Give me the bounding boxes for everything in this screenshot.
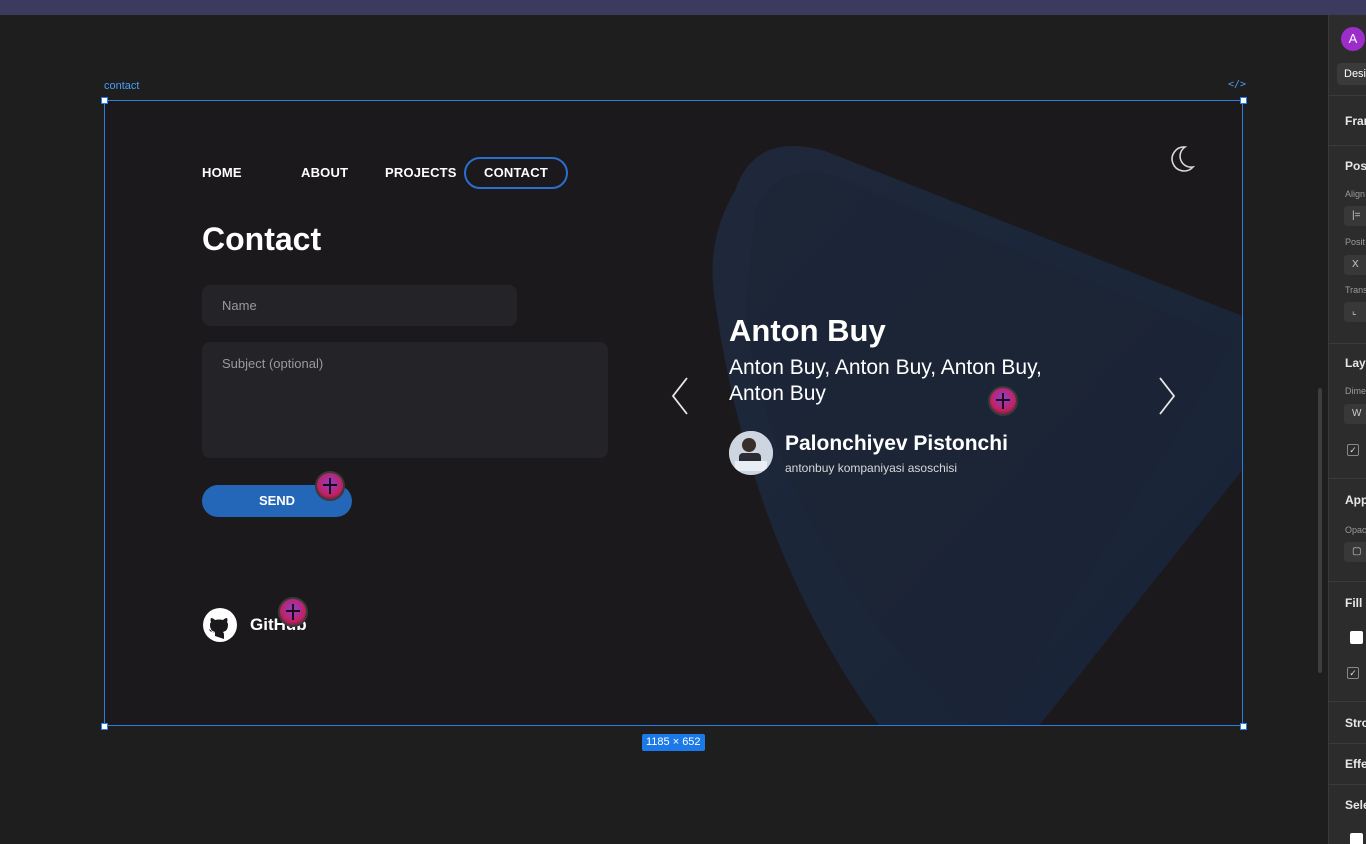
divider	[1329, 784, 1366, 785]
tab-design[interactable]: Desi	[1337, 63, 1366, 85]
stroke-heading: Stro	[1345, 716, 1366, 730]
github-icon	[203, 608, 237, 642]
position-heading: Posi	[1345, 159, 1366, 173]
appearance-heading: App	[1345, 493, 1366, 507]
divider	[1329, 743, 1366, 744]
resize-handle[interactable]	[1240, 97, 1247, 104]
contact-frame[interactable]: HOME ABOUT PROJECTS CONTACT Contact Name…	[104, 100, 1243, 726]
design-panel: A Desi Fran Posi Align |= Posit X Trans …	[1328, 15, 1366, 844]
collaborator-cursor	[278, 597, 308, 627]
divider	[1329, 343, 1366, 344]
prev-arrow-icon[interactable]	[670, 376, 690, 416]
main-nav: HOME ABOUT PROJECTS CONTACT	[187, 157, 568, 189]
avatar	[729, 431, 773, 475]
user-avatar[interactable]: A	[1341, 27, 1365, 51]
name-input[interactable]: Name	[202, 285, 517, 326]
rotation-icon[interactable]: ⌞	[1344, 302, 1366, 322]
transform-label: Trans	[1345, 285, 1366, 295]
x-position-input[interactable]: X	[1344, 255, 1366, 275]
collaborator-cursor	[315, 471, 345, 501]
top-toolbar	[0, 0, 1366, 15]
resize-handle[interactable]	[101, 97, 108, 104]
divider	[1329, 95, 1366, 96]
selection-color-swatch[interactable]	[1350, 833, 1363, 844]
align-left-icon[interactable]: |=	[1344, 206, 1366, 226]
clip-content-checkbox[interactable]: ✓	[1347, 444, 1359, 456]
nav-home[interactable]: HOME	[187, 157, 286, 189]
subject-textarea[interactable]: Subject (optional)	[202, 342, 608, 458]
divider	[1329, 145, 1366, 146]
align-label: Align	[1345, 189, 1366, 199]
nav-contact[interactable]: CONTACT	[464, 157, 568, 189]
width-input[interactable]: W	[1344, 404, 1366, 424]
testimonial-text: Anton Buy, Anton Buy, Anton Buy, Anton B…	[729, 356, 1042, 405]
person-role: antonbuy kompaniyasi asoschisi	[785, 461, 958, 475]
opacity-label: Opac	[1345, 525, 1366, 535]
dimensions-label: Dime	[1345, 386, 1366, 396]
layout-heading: Layo	[1345, 356, 1366, 370]
canvas-scrollbar[interactable]	[1318, 388, 1322, 673]
fill-visible-checkbox[interactable]: ✓	[1347, 667, 1359, 679]
opacity-icon[interactable]: ▢	[1344, 542, 1366, 562]
fill-heading: Fill	[1345, 596, 1363, 610]
testimonial-title: Anton Buy	[729, 313, 886, 348]
size-badge: 1185 × 652	[642, 734, 705, 751]
fill-color-swatch[interactable]	[1350, 631, 1363, 644]
person-name: Palonchiyev Pistonchi	[785, 432, 1008, 455]
frame-heading: Fran	[1345, 114, 1366, 128]
frame-label[interactable]: contact	[104, 80, 139, 92]
resize-handle[interactable]	[1240, 723, 1247, 730]
moon-icon[interactable]	[1165, 143, 1197, 175]
background-shape	[712, 146, 1242, 725]
code-icon[interactable]: </>	[1228, 79, 1246, 90]
next-arrow-icon[interactable]	[1157, 376, 1177, 416]
nav-projects[interactable]: PROJECTS	[379, 157, 464, 189]
nav-about[interactable]: ABOUT	[286, 157, 379, 189]
effects-heading: Effe	[1345, 757, 1366, 771]
divider	[1329, 581, 1366, 582]
collaborator-cursor	[988, 386, 1018, 416]
resize-handle[interactable]	[101, 723, 108, 730]
divider	[1329, 701, 1366, 702]
selection-heading: Sele	[1345, 798, 1366, 812]
position-label: Posit	[1345, 237, 1366, 247]
divider	[1329, 478, 1366, 479]
page-title: Contact	[202, 221, 322, 257]
